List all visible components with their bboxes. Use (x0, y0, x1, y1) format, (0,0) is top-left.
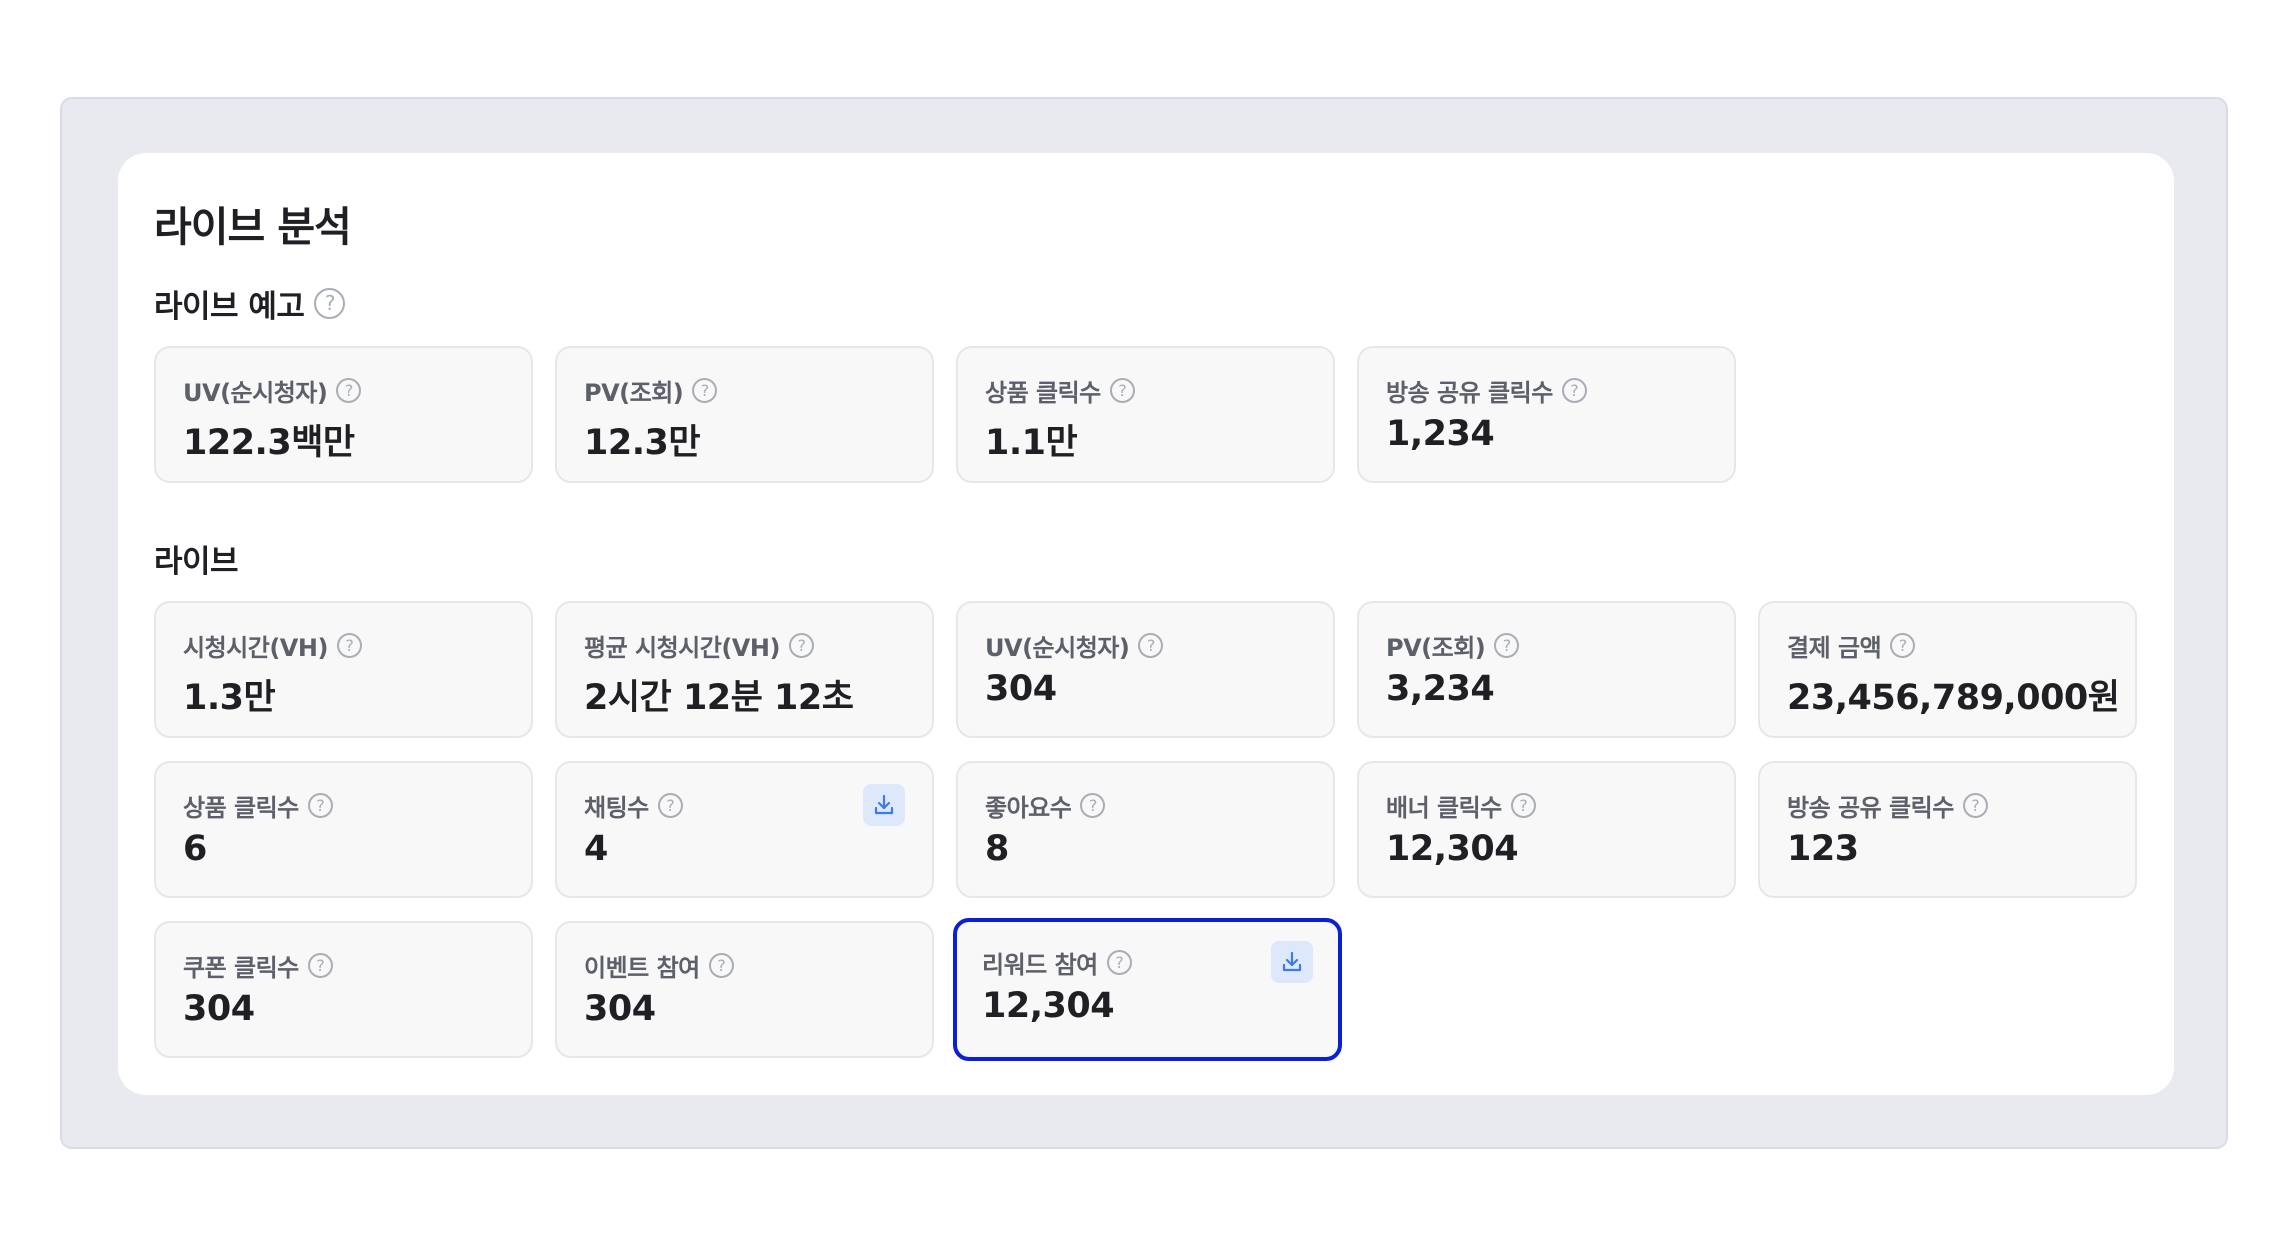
metric-value: 304 (584, 989, 656, 1029)
download-icon (874, 794, 894, 815)
metric-value: 12.3만 (584, 423, 701, 463)
metric-label: 채팅수 (584, 794, 649, 822)
help-icon[interactable]: ? (1561, 378, 1587, 403)
download-button[interactable] (863, 784, 905, 826)
help-icon[interactable]: ? (336, 378, 362, 403)
metric-card-avg-watch-time: 평균 시청시간(VH) ? 2시간 12분 12초 (555, 601, 934, 738)
metric-value: 304 (183, 989, 255, 1029)
metric-card-payment-amount: 결제 금액 ? 23,456,789,000원 (1758, 601, 2137, 738)
metric-card-live-pv: PV(조회) ? 3,234 (1357, 601, 1736, 738)
metric-value: 12,304 (1386, 829, 1519, 869)
metric-label: 평균 시청시간(VH) (584, 634, 780, 662)
metric-value: 12,304 (982, 986, 1115, 1026)
download-icon (1282, 951, 1302, 972)
metric-label: 쿠폰 클릭수 (183, 954, 299, 982)
metric-value: 1.3만 (183, 678, 276, 718)
metric-card-live-product-clicks: 상품 클릭수 ? 6 (154, 761, 533, 898)
help-icon[interactable]: ? (307, 953, 333, 978)
metric-value: 304 (985, 669, 1057, 709)
metric-label: 리워드 참여 (982, 951, 1098, 979)
download-button[interactable] (1271, 941, 1313, 983)
help-icon[interactable]: ? (307, 793, 333, 818)
metric-value: 23,456,789,000원 (1787, 678, 2120, 718)
metric-card-preview-share-clicks: 방송 공유 클릭수 ? 1,234 (1357, 346, 1736, 483)
page-title: 라이브 분석 (154, 203, 352, 251)
help-icon[interactable]: ? (1890, 633, 1916, 658)
help-icon[interactable]: ? (1510, 793, 1536, 818)
metric-value: 2시간 12분 12초 (584, 678, 854, 718)
metric-card-live-uv: UV(순시청자) ? 304 (956, 601, 1335, 738)
metric-label: 좋아요수 (985, 794, 1072, 822)
section-title-live: 라이브 (154, 536, 239, 581)
metric-label: 이벤트 참여 (584, 954, 700, 982)
help-icon[interactable]: ? (788, 633, 814, 658)
metric-value: 8 (985, 829, 1009, 869)
metric-label: UV(순시청자) (985, 634, 1130, 662)
help-icon[interactable]: ? (708, 953, 734, 978)
metric-card-reward-participation[interactable]: 리워드 참여 ? 12,304 (953, 918, 1342, 1061)
metric-label: UV(순시청자) (183, 379, 328, 407)
metric-label: 시청시간(VH) (183, 634, 328, 662)
metric-value: 4 (584, 829, 608, 869)
section-title-preview-label: 라이브 예고 (154, 289, 305, 325)
metric-label: 상품 클릭수 (183, 794, 299, 822)
metric-label: 방송 공유 클릭수 (1386, 379, 1553, 407)
help-icon[interactable]: ? (336, 633, 362, 658)
metric-card-preview-product-clicks: 상품 클릭수 ? 1.1만 (956, 346, 1335, 483)
metric-card-chat-count: 채팅수 ? 4 (555, 761, 934, 898)
metric-value: 6 (183, 829, 207, 869)
help-icon[interactable]: ? (1962, 793, 1988, 818)
metric-value: 1,234 (1386, 414, 1495, 454)
metric-label: 방송 공유 클릭수 (1787, 794, 1954, 822)
metric-label: PV(조회) (1386, 634, 1486, 662)
metric-card-event-participation: 이벤트 참여 ? 304 (555, 921, 934, 1058)
metric-value: 1.1만 (985, 423, 1078, 463)
help-icon[interactable]: ? (692, 378, 718, 403)
metric-label: 배너 클릭수 (1386, 794, 1502, 822)
help-icon[interactable]: ? (1494, 633, 1520, 658)
metric-value: 123 (1787, 829, 1859, 869)
help-icon[interactable]: ? (1080, 793, 1106, 818)
metric-card-live-share-clicks: 방송 공유 클릭수 ? 123 (1758, 761, 2137, 898)
help-icon[interactable]: ? (314, 288, 346, 319)
live-analysis-card: 라이브 분석 라이브 예고 ? UV(순시청자) ? 122.3백만 PV(조회… (118, 153, 2174, 1095)
section-title-live-label: 라이브 (154, 544, 239, 580)
help-icon[interactable]: ? (1138, 633, 1164, 658)
help-icon[interactable]: ? (1109, 378, 1135, 403)
metric-value: 122.3백만 (183, 423, 355, 463)
metric-label: 상품 클릭수 (985, 379, 1101, 407)
metric-label: PV(조회) (584, 379, 684, 407)
metric-card-watch-time: 시청시간(VH) ? 1.3만 (154, 601, 533, 738)
help-icon[interactable]: ? (1106, 950, 1132, 975)
section-title-preview: 라이브 예고 ? (154, 281, 346, 326)
help-icon[interactable]: ? (657, 793, 683, 818)
metric-card-banner-clicks: 배너 클릭수 ? 12,304 (1357, 761, 1736, 898)
metric-card-preview-uv: UV(순시청자) ? 122.3백만 (154, 346, 533, 483)
metric-value: 3,234 (1386, 669, 1495, 709)
metric-card-preview-pv: PV(조회) ? 12.3만 (555, 346, 934, 483)
metric-card-coupon-clicks: 쿠폰 클릭수 ? 304 (154, 921, 533, 1058)
metric-card-like-count: 좋아요수 ? 8 (956, 761, 1335, 898)
metric-label: 결제 금액 (1787, 634, 1882, 662)
